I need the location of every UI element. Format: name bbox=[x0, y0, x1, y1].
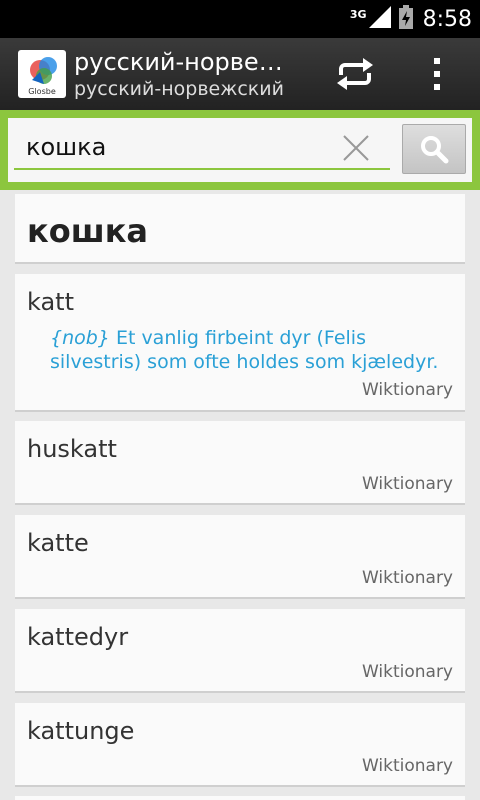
search-area bbox=[0, 110, 480, 190]
result-term: kattunge bbox=[27, 717, 135, 745]
result-definition: {nob} Et vanlig firbeint dyr (Felis silv… bbox=[50, 326, 460, 374]
search-bar bbox=[8, 118, 472, 182]
result-term: katt bbox=[27, 288, 75, 316]
clear-search-button[interactable] bbox=[338, 130, 374, 166]
definition-language: {nob} bbox=[50, 327, 110, 349]
result-source: Wiktionary bbox=[361, 380, 453, 400]
headword-card: кошка bbox=[15, 194, 465, 264]
signal-icon bbox=[368, 6, 391, 32]
results-list[interactable]: кошка katt {nob} Et vanlig firbeint dyr … bbox=[0, 190, 480, 800]
result-card[interactable]: huskatt Wiktionary bbox=[15, 421, 465, 505]
result-source: Wiktionary bbox=[361, 568, 453, 588]
result-card[interactable]: katt {nob} Et vanlig firbeint dyr (Felis… bbox=[15, 274, 465, 412]
clock: 8:58 bbox=[422, 6, 472, 32]
app-logo-text: Glosbe bbox=[28, 87, 56, 96]
battery-icon bbox=[398, 5, 413, 33]
action-bar: Glosbe русский-норвежский русский-норвеж… bbox=[0, 38, 480, 110]
result-source: Wiktionary bbox=[361, 474, 453, 494]
swap-icon bbox=[337, 58, 373, 90]
app-title: русский-норвежский bbox=[74, 48, 302, 76]
close-icon bbox=[343, 135, 369, 161]
search-input[interactable] bbox=[14, 126, 390, 170]
result-term: kattedyr bbox=[27, 623, 129, 651]
search-icon bbox=[421, 136, 449, 164]
result-source: Wiktionary bbox=[361, 756, 453, 776]
swap-languages-button[interactable] bbox=[318, 38, 392, 110]
action-bar-titles[interactable]: русский-норвежский русский-норвежский bbox=[74, 47, 302, 101]
result-term: huskatt bbox=[27, 435, 117, 463]
result-card[interactable]: kattedyr Wiktionary bbox=[15, 609, 465, 693]
app-subtitle: русский-норвежский bbox=[74, 78, 284, 100]
headword: кошка bbox=[27, 212, 148, 250]
result-card[interactable]: katte Wiktionary bbox=[15, 515, 465, 599]
overflow-menu-button[interactable] bbox=[408, 38, 466, 110]
search-button[interactable] bbox=[402, 124, 466, 174]
result-card-partial[interactable] bbox=[15, 796, 465, 800]
status-bar: 3G 8:58 bbox=[0, 0, 480, 38]
result-card[interactable]: kattunge Wiktionary bbox=[15, 703, 465, 787]
result-term: katte bbox=[27, 529, 89, 557]
app-logo-icon[interactable]: Glosbe bbox=[18, 50, 66, 98]
result-source: Wiktionary bbox=[361, 662, 453, 682]
network-type: 3G bbox=[349, 7, 367, 21]
more-vert-icon bbox=[434, 58, 440, 90]
